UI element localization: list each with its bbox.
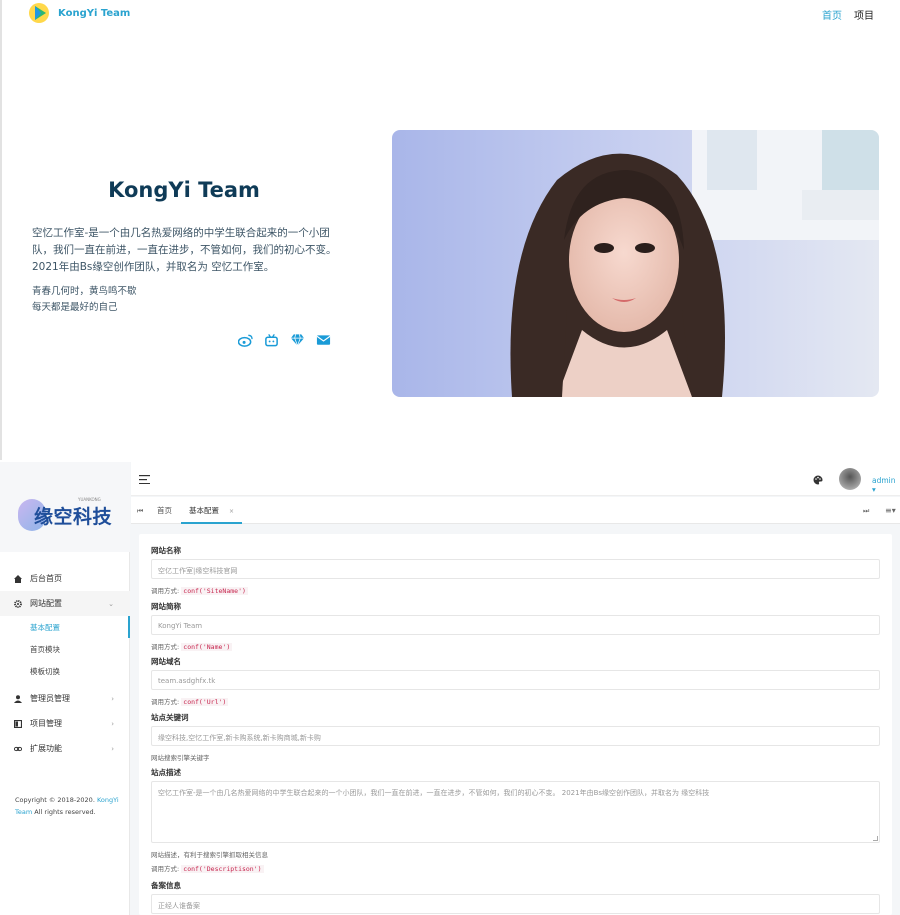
field-hint: 调用方式: conf('Url') (151, 696, 880, 706)
field-hint: 调用方式: conf('SiteName') (151, 585, 880, 595)
sidebar-subitem-home-module[interactable]: 首页模块 (0, 638, 130, 660)
hint-text: 调用方式: (151, 698, 180, 706)
site-domain-input[interactable]: team.asdghfx.tk (151, 670, 880, 690)
sidebar-item-project-manage[interactable]: 项目管理 › (0, 711, 130, 736)
admin-user-dropdown[interactable]: admin ▾ (872, 476, 900, 494)
field-keywords: 站点关键词 缘空科技,空忆工作室,新卡购系统,新卡购商城,新卡购 网站搜索引擎关… (151, 712, 880, 762)
resize-handle-icon[interactable] (873, 836, 878, 841)
book-icon (13, 719, 23, 728)
tab-basic-config[interactable]: 基本配置 × (181, 497, 243, 524)
avatar[interactable] (839, 468, 861, 490)
tab-menu-icon[interactable]: ≡▾ (885, 506, 896, 515)
sidebar-item-label: 管理员管理 (30, 694, 70, 703)
weibo-icon[interactable] (237, 332, 253, 347)
textarea-value: 空忆工作室-是一个由几名热爱网络的中学生联合起来的一个小团队，我们一直在前进，一… (158, 789, 710, 797)
field-hint-call: 调用方式: conf('Descriptison') (151, 863, 880, 873)
hint-code: conf('Name') (181, 643, 233, 651)
field-site-name: 网站名称 空亿工作室|缘空科技官网 调用方式: conf('SiteName') (151, 545, 880, 595)
hint-text: 调用方式: (151, 643, 180, 651)
play-logo-icon[interactable] (28, 2, 50, 24)
bilibili-icon[interactable] (264, 332, 279, 347)
admin-tab-bar: ⏮ 首页 基本配置 × ⏭ ≡▾ (131, 497, 900, 524)
chevron-right-icon: › (111, 744, 114, 753)
sidebar-item-extensions[interactable]: 扩展功能 › (0, 736, 130, 761)
sidebar-logo-area: YUANKONG 缘空科技 (0, 462, 130, 552)
sidebar-item-admin-manage[interactable]: 管理员管理 › (0, 686, 130, 711)
hero-description: 空忆工作室-是一个由几名热爱网络的中学生联合起来的一个小团队，我们一直在前进，一… (32, 227, 337, 273)
field-site-short-name: 网站简称 KongYi Team 调用方式: conf('Name') (151, 601, 880, 651)
description-textarea[interactable]: 空忆工作室-是一个由几名热爱网络的中学生联合起来的一个小团队，我们一直在前进，一… (151, 781, 880, 843)
sidebar-logo-text[interactable]: 缘空科技 (34, 502, 112, 529)
chevron-right-icon: › (111, 694, 114, 703)
palette-icon[interactable] (813, 475, 823, 485)
motto-line-1: 青春几何时，黄鸟鸣不歇 (32, 286, 137, 297)
field-hint: 网站搜索引擎关键字 (151, 754, 210, 762)
field-label: 备案信息 (151, 881, 181, 890)
field-label: 网站域名 (151, 657, 181, 666)
chevron-down-icon: ⌄ (108, 599, 114, 608)
sidebar-menu: 后台首页 网站配置 ⌄ 基本配置 首页模块 模板切换 管理员管理 › 项目管理 … (0, 566, 130, 761)
sidebar-item-label: 网站配置 (30, 599, 62, 608)
field-label: 网站名称 (151, 546, 181, 555)
hero-portrait-image (392, 130, 879, 397)
field-label: 站点描述 (151, 768, 181, 777)
menu-toggle-icon[interactable] (139, 475, 150, 484)
hero-motto: 青春几何时，黄鸟鸣不歇 每天都是最好的自己 (32, 284, 332, 316)
site-name-input[interactable]: 空亿工作室|缘空科技官网 (151, 559, 880, 579)
hint-code: conf('Descriptison') (181, 865, 264, 873)
sidebar-subitem-basic-config[interactable]: 基本配置 (0, 616, 130, 638)
field-description: 站点描述 空忆工作室-是一个由几名热爱网络的中学生联合起来的一个小团队，我们一直… (151, 767, 880, 873)
nav-projects-link[interactable]: 项目 (854, 7, 874, 22)
tab-close-icon[interactable]: × (229, 508, 234, 515)
field-site-domain: 网站域名 team.asdghfx.tk 调用方式: conf('Url') (151, 656, 880, 706)
sidebar-item-label: 项目管理 (30, 719, 62, 728)
site-navbar: KongYi Team 首页 项目 (2, 0, 900, 28)
admin-sidebar: YUANKONG 缘空科技 后台首页 网站配置 ⌄ 基本配置 首页模块 模板切换… (0, 462, 130, 915)
tab-scroll-left-icon[interactable]: ⏮ (137, 507, 143, 516)
nav-home-link[interactable]: 首页 (822, 7, 842, 22)
hint-text: 调用方式: (151, 587, 180, 595)
mail-icon[interactable] (316, 332, 331, 346)
field-icp: 备案信息 正经人谁备案 (151, 880, 880, 914)
social-links (237, 332, 331, 347)
site-nav-links: 首页 项目 (822, 7, 874, 22)
basic-config-form: 网站名称 空亿工作室|缘空科技官网 调用方式: conf('SiteName')… (139, 534, 892, 915)
icp-input[interactable]: 正经人谁备案 (151, 894, 880, 914)
sidebar-subitem-template-switch[interactable]: 模板切换 (0, 660, 130, 682)
user-icon (14, 694, 22, 703)
field-label: 网站简称 (151, 602, 181, 611)
hero-title: KongYi Team (108, 178, 260, 202)
hint-text: 调用方式: (151, 865, 180, 873)
tab-label: 基本配置 (189, 506, 219, 515)
sidebar-item-site-config[interactable]: 网站配置 ⌄ (0, 591, 130, 616)
admin-panel: YUANKONG 缘空科技 后台首页 网站配置 ⌄ 基本配置 首页模块 模板切换… (0, 462, 900, 915)
field-label: 站点关键词 (151, 713, 189, 722)
field-hint: 网站描述，有利于搜索引擎抓取相关信息 (151, 851, 268, 859)
admin-topbar: admin ▾ (131, 462, 900, 496)
home-icon (14, 574, 22, 583)
keywords-input[interactable]: 缘空科技,空忆工作室,新卡购系统,新卡购商城,新卡购 (151, 726, 880, 746)
copyright-suffix: All rights reserved. (34, 808, 96, 816)
hint-code: conf('Url') (181, 698, 229, 706)
sidebar-item-dashboard[interactable]: 后台首页 (0, 566, 130, 591)
sidebar-item-label: 扩展功能 (30, 744, 62, 753)
site-brand[interactable]: KongYi Team (58, 8, 130, 19)
chevron-right-icon: › (111, 719, 114, 728)
copyright-prefix: Copyright © 2018-2020. (15, 796, 95, 804)
sidebar-item-label: 后台首页 (30, 574, 62, 583)
showcase-site: KongYi Team 首页 项目 KongYi Team 空忆工作室-是一个由… (0, 0, 900, 460)
site-short-name-input[interactable]: KongYi Team (151, 615, 880, 635)
sidebar-copyright: Copyright © 2018-2020. KongYi Team All r… (15, 794, 125, 818)
tab-home[interactable]: 首页 (149, 497, 180, 524)
motto-line-2: 每天都是最好的自己 (32, 302, 118, 313)
tab-scroll-right-icon[interactable]: ⏭ (863, 507, 869, 516)
field-hint: 调用方式: conf('Name') (151, 641, 880, 651)
link-icon (13, 745, 23, 753)
hint-code: conf('SiteName') (181, 587, 248, 595)
diamond-icon[interactable] (290, 332, 305, 347)
gear-icon (14, 599, 22, 608)
